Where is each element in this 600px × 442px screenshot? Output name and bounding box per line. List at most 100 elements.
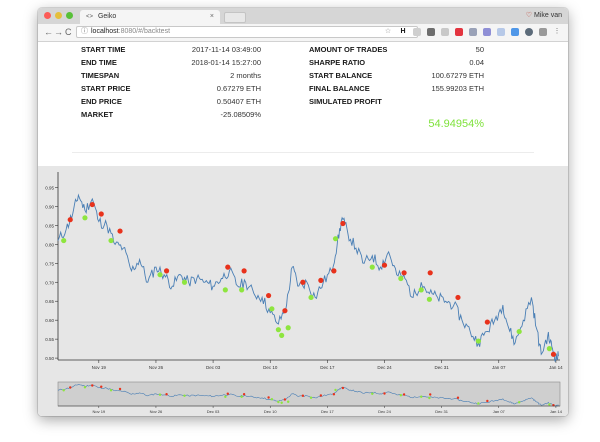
buy-marker[interactable] [108, 237, 114, 244]
mini-buy-marker [334, 388, 337, 392]
buy-marker[interactable] [82, 215, 88, 221]
mini-buy-marker [517, 401, 521, 404]
extension-icon-5[interactable] [497, 28, 505, 36]
stat-label-end-time: END TIME [81, 58, 117, 67]
sell-marker[interactable] [89, 201, 95, 208]
mini-sell-marker [100, 385, 103, 388]
extension-icon-6[interactable] [511, 28, 519, 36]
buy-marker[interactable] [181, 279, 188, 285]
brush-x-tick-label: Jan 14 [550, 409, 563, 414]
minimize-window-button[interactable] [55, 12, 62, 19]
pocket-icon[interactable] [427, 28, 435, 36]
stat-label-start-balance: START BALANCE [309, 71, 373, 80]
x-tick-label: Nov 19 [92, 365, 107, 370]
sell-marker[interactable] [98, 211, 104, 217]
buy-marker[interactable] [418, 287, 424, 293]
y-tick-label: 0.50 [45, 356, 54, 361]
buy-marker[interactable] [369, 264, 375, 270]
buy-marker[interactable] [285, 325, 291, 331]
stat-label-start-price: START PRICE [81, 84, 131, 93]
stat-value-amount-of-trades: 50 [475, 45, 484, 54]
range-brush[interactable]: Nov 19 Nov 26 Dec 03 Dec 10 Dec 17 Dec 24 Dec … [57, 381, 563, 414]
url-host: localhost [91, 28, 119, 35]
extension-icon-7[interactable] [525, 28, 533, 36]
mini-buy-marker [62, 389, 65, 392]
mini-sell-marker [242, 393, 246, 396]
extension-icon-8[interactable] [539, 28, 547, 36]
maximize-window-button[interactable] [66, 12, 73, 19]
sell-marker[interactable] [455, 294, 461, 301]
bookmark-star-icon[interactable]: ☆ [384, 28, 392, 36]
mini-sell-marker [402, 393, 406, 396]
stat-value-timespan: 2 months [230, 71, 261, 80]
mini-sell-marker [456, 396, 460, 399]
address-bar[interactable]: ⓘ localhost:8080/#/backtest [76, 26, 418, 38]
stat-label-timespan: TIMESPAN [81, 71, 120, 80]
sell-marker[interactable] [67, 217, 73, 223]
sell-marker[interactable] [331, 268, 337, 274]
mini-sell-marker [341, 386, 345, 390]
mini-sell-marker [319, 394, 323, 397]
brush-x-tick-label: Nov 19 [92, 409, 105, 414]
stat-value-end-time: 2018-01-14 15:27:00 [191, 58, 261, 67]
sell-marker[interactable] [241, 268, 247, 274]
buy-marker[interactable] [61, 237, 67, 244]
main-chart-axes: 0.50 0.55 0.60 0.65 0.70 0.75 0.80 0.85 0.90 0.95… [45, 172, 563, 370]
buy-marker[interactable] [516, 328, 522, 335]
sell-marker[interactable] [225, 264, 231, 270]
tab-close-button[interactable]: × [210, 10, 214, 24]
buy-marker[interactable] [239, 287, 245, 293]
brush-x-tick-label: Dec 31 [435, 409, 448, 414]
price-chart[interactable]: 0.50 0.55 0.60 0.65 0.70 0.75 0.80 0.85 0.90 0.95… [38, 166, 568, 416]
buy-marker[interactable] [269, 306, 275, 312]
shield-icon[interactable] [455, 28, 463, 36]
sell-marker[interactable] [300, 279, 306, 285]
x-tick-label: Jan 07 [492, 365, 506, 370]
buy-marker[interactable] [308, 294, 314, 301]
user-profile[interactable]: ♡ Mike van [526, 10, 562, 22]
sell-marker[interactable] [550, 351, 557, 357]
tab-gekko[interactable]: <> Geiko × [80, 10, 220, 24]
x-tick-label: Jan 14 [549, 365, 563, 370]
x-tick-label: Dec 17 [320, 365, 335, 370]
sell-marker[interactable] [401, 270, 407, 276]
h-extension-icon[interactable]: H [399, 28, 407, 36]
forward-button[interactable]: → [54, 26, 63, 38]
sell-marker[interactable] [265, 292, 272, 299]
y-tick-label: 0.70 [45, 280, 54, 285]
buy-marker[interactable] [398, 275, 404, 282]
menu-dots-icon[interactable]: ⋮ [553, 28, 561, 36]
sell-marker[interactable] [340, 220, 346, 227]
extension-icon-1[interactable] [413, 28, 421, 36]
x-tick-label: Nov 26 [149, 365, 164, 370]
user-icon: ♡ [525, 12, 533, 19]
brush-x-tick-label: Dec 10 [264, 409, 277, 414]
buy-marker[interactable] [426, 296, 432, 302]
close-window-button[interactable] [44, 12, 51, 19]
buy-marker[interactable] [157, 272, 163, 278]
buy-marker[interactable] [332, 236, 339, 242]
buy-marker[interactable] [222, 287, 228, 293]
buy-marker[interactable] [279, 332, 285, 338]
sell-marker[interactable] [484, 319, 490, 325]
url-path: :8080/#/backtest [118, 28, 171, 35]
sell-marker[interactable] [427, 270, 433, 276]
extension-icon-4[interactable] [483, 28, 491, 36]
reload-button[interactable]: C [65, 26, 72, 38]
mini-buy-marker [183, 394, 186, 397]
extension-icon-3[interactable] [469, 28, 477, 36]
sell-marker[interactable] [282, 308, 288, 314]
sell-marker[interactable] [117, 228, 123, 234]
sell-marker[interactable] [318, 277, 324, 283]
brush-x-tick-label: Nov 26 [150, 409, 163, 414]
chart-area: 0.50 0.55 0.60 0.65 0.70 0.75 0.80 0.85 0.90 0.95… [38, 166, 568, 416]
sell-marker[interactable] [163, 268, 170, 274]
buy-marker[interactable] [275, 327, 281, 333]
buy-marker[interactable] [546, 346, 552, 352]
extension-icon-2[interactable] [441, 28, 449, 36]
brush-x-tick-label: Dec 03 [207, 409, 220, 414]
new-tab-button[interactable] [224, 12, 246, 23]
sell-marker[interactable] [381, 262, 388, 268]
buy-marker[interactable] [475, 338, 481, 344]
back-button[interactable]: ← [44, 26, 53, 38]
